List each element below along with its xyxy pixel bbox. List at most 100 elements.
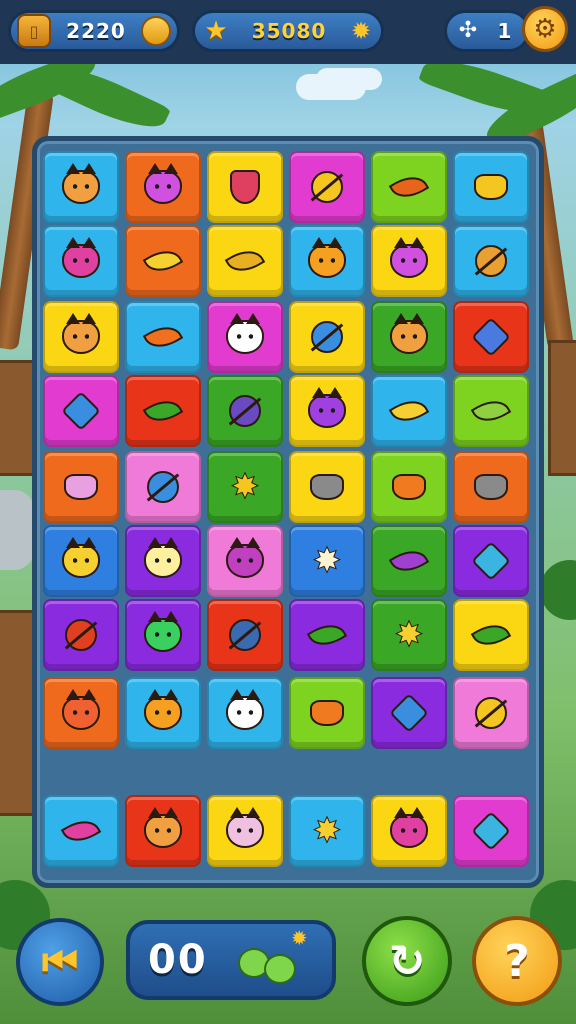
- gear-icon: ⚙: [533, 14, 557, 44]
- tile[interactable]: [125, 525, 201, 597]
- rewind-icon: ⏮: [42, 939, 78, 985]
- star-icon: ✸: [312, 811, 342, 851]
- tile[interactable]: [43, 599, 119, 671]
- tile[interactable]: [289, 599, 365, 671]
- tile[interactable]: [43, 677, 119, 749]
- cat-face-icon: [224, 313, 266, 357]
- fence-left: [0, 610, 36, 816]
- gem-icon: [470, 317, 512, 357]
- tile[interactable]: [453, 525, 529, 597]
- tile[interactable]: [125, 151, 201, 223]
- puzzle-icon: ✣: [458, 18, 478, 43]
- cat-face-icon: [388, 237, 430, 281]
- tile[interactable]: [453, 599, 529, 671]
- settings-button[interactable]: ⚙: [522, 6, 568, 52]
- leaf-icon: [60, 811, 102, 851]
- tile[interactable]: [43, 301, 119, 373]
- tile[interactable]: [125, 225, 201, 297]
- tile[interactable]: [207, 599, 283, 671]
- tile[interactable]: [43, 151, 119, 223]
- level-counter: ✣ 1: [444, 10, 530, 52]
- tile[interactable]: [125, 795, 201, 867]
- cat-face-icon: [388, 313, 430, 357]
- tile[interactable]: ✸: [207, 451, 283, 523]
- tile[interactable]: [289, 151, 365, 223]
- tile[interactable]: [43, 375, 119, 447]
- tile[interactable]: [453, 225, 529, 297]
- tile[interactable]: [125, 451, 201, 523]
- tile[interactable]: [207, 375, 283, 447]
- tile[interactable]: [453, 301, 529, 373]
- worm-icon: ✹: [237, 926, 308, 984]
- tile[interactable]: [125, 375, 201, 447]
- tile[interactable]: [371, 225, 447, 297]
- tile[interactable]: [371, 677, 447, 749]
- tile[interactable]: [371, 151, 447, 223]
- tile[interactable]: [207, 795, 283, 867]
- moves-panel: 00 ✹: [126, 920, 336, 1000]
- gem-icon: [388, 693, 430, 733]
- moves-value: 00: [148, 937, 208, 983]
- tile[interactable]: [289, 301, 365, 373]
- tile[interactable]: [371, 795, 447, 867]
- shuffle-button[interactable]: ↻: [362, 916, 452, 1006]
- tile[interactable]: ✸: [289, 795, 365, 867]
- tile[interactable]: ✸: [371, 599, 447, 671]
- tile[interactable]: [289, 225, 365, 297]
- tile[interactable]: [453, 795, 529, 867]
- leaf-icon: [224, 241, 266, 281]
- tile[interactable]: [289, 375, 365, 447]
- back-button[interactable]: ⏮: [16, 918, 104, 1006]
- tile[interactable]: [125, 301, 201, 373]
- tile[interactable]: [371, 375, 447, 447]
- tile[interactable]: [207, 225, 283, 297]
- tile[interactable]: [43, 225, 119, 297]
- ball-icon: [224, 615, 266, 655]
- coins-counter: ▯ 2220: [8, 10, 180, 52]
- leaf-icon: [470, 615, 512, 655]
- top-hud: ▯ 2220 ★ 35080 ✹ ✣ 1 ⚙: [0, 0, 576, 64]
- shield-icon: [224, 167, 266, 207]
- cat-face-icon: [60, 313, 102, 357]
- tile[interactable]: [453, 375, 529, 447]
- score-counter: ★ 35080 ✹: [192, 10, 384, 52]
- tile[interactable]: [371, 525, 447, 597]
- leaf-icon: [388, 541, 430, 581]
- ball-icon: [142, 467, 184, 507]
- palm-leaf: [38, 54, 172, 140]
- tile[interactable]: [453, 677, 529, 749]
- tile[interactable]: [207, 301, 283, 373]
- tile[interactable]: [453, 151, 529, 223]
- tile[interactable]: [43, 451, 119, 523]
- tile[interactable]: [43, 795, 119, 867]
- coins-value: 2220: [66, 19, 126, 43]
- pot-icon: [470, 167, 512, 207]
- star-icon: ★: [204, 16, 228, 46]
- cat-face-icon: [224, 537, 266, 581]
- hint-button[interactable]: ?: [472, 916, 562, 1006]
- tile[interactable]: [125, 599, 201, 671]
- tile[interactable]: [289, 451, 365, 523]
- leaf-icon: [142, 241, 184, 281]
- tile[interactable]: [371, 301, 447, 373]
- star-icon: ✸: [230, 467, 260, 507]
- leaf-icon: [142, 391, 184, 431]
- tile[interactable]: [207, 525, 283, 597]
- tile[interactable]: [43, 525, 119, 597]
- leaf-icon: [388, 167, 430, 207]
- tile[interactable]: [207, 151, 283, 223]
- ball-icon: [470, 693, 512, 733]
- game-board: ✸ ✸ ✸ ✸: [32, 136, 544, 888]
- cat-face-icon: [142, 611, 184, 655]
- cat-face-icon: [60, 237, 102, 281]
- cat-face-icon: [306, 387, 348, 431]
- tile[interactable]: [453, 451, 529, 523]
- tile[interactable]: [289, 677, 365, 749]
- tile[interactable]: [207, 677, 283, 749]
- leaf-icon: [142, 317, 184, 357]
- tile[interactable]: [125, 677, 201, 749]
- tile[interactable]: [371, 451, 447, 523]
- tile[interactable]: ✸: [289, 525, 365, 597]
- hut-right: [548, 340, 576, 476]
- pot-icon: [306, 693, 348, 733]
